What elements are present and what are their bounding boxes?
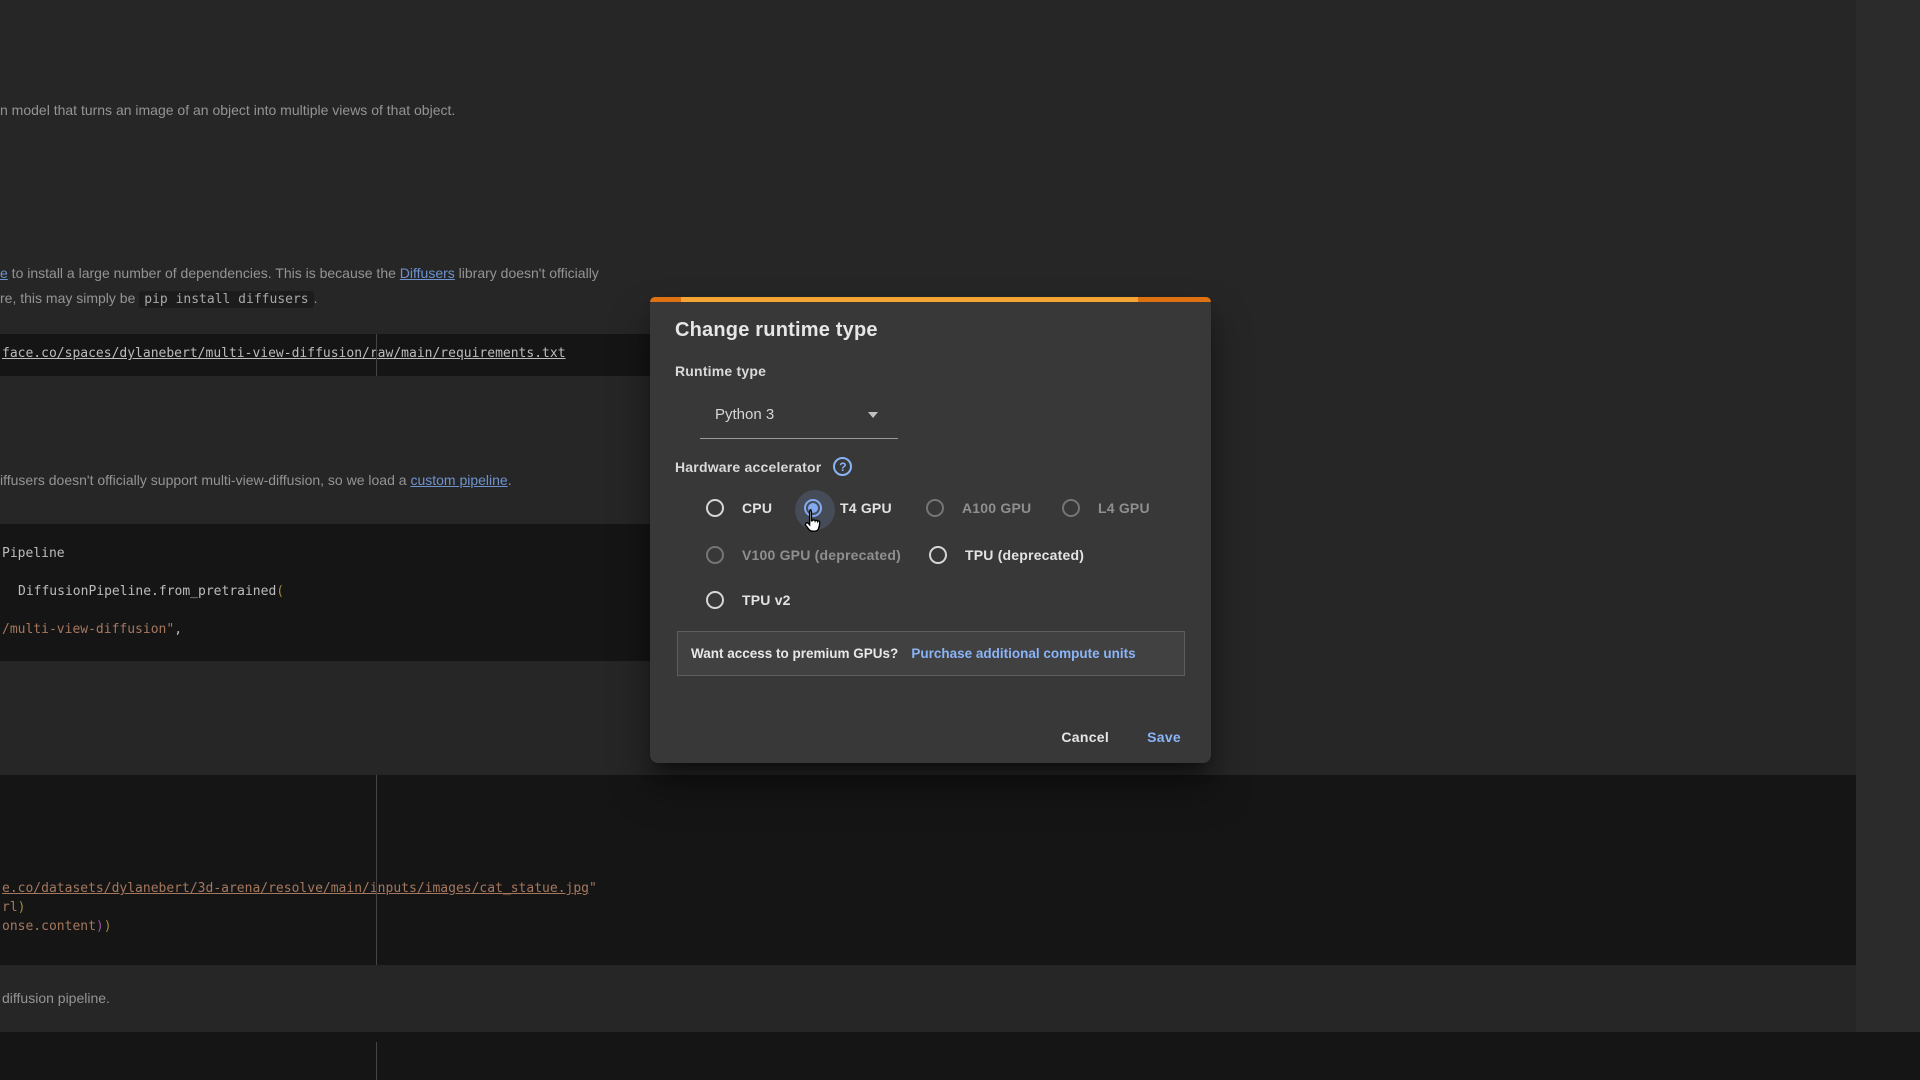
radio-circle-icon[interactable] [706, 591, 724, 609]
purchase-compute-units-link[interactable]: Purchase additional compute units [911, 646, 1135, 661]
scrollbar-gutter[interactable] [1856, 0, 1920, 1032]
hardware-accelerator-label: Hardware accelerator [675, 459, 821, 475]
custom-pipeline-paragraph: iffusers doesn't officially support mult… [0, 472, 512, 488]
premium-banner: Want access to premium GPUs? Purchase ad… [677, 631, 1185, 676]
bottom-code-block [0, 1032, 1920, 1080]
selected-runtime-value: Python 3 [715, 406, 868, 423]
dependencies-paragraph-line2: re, this may simply be pip install diffu… [0, 290, 318, 307]
change-runtime-dialog: Change runtime type Runtime type Python … [650, 297, 1211, 763]
cell-divider-line [376, 775, 377, 965]
chevron-down-icon [868, 412, 878, 418]
cell-divider-line [376, 1042, 377, 1080]
radio-option-label: T4 GPU [840, 500, 892, 516]
cell-divider-line [376, 334, 377, 376]
radio-circle-icon[interactable] [926, 499, 944, 517]
inline-code-pip-install: pip install diffusers [139, 291, 313, 308]
cut-link[interactable]: e [0, 265, 8, 281]
pipeline-code-block: Pipeline DiffusionPipeline.from_pretrain… [0, 524, 760, 661]
radio-option-l4-gpu[interactable]: L4 GPU [1062, 496, 1150, 520]
diffusers-link[interactable]: Diffusers [400, 265, 455, 281]
cancel-button[interactable]: Cancel [1047, 721, 1123, 753]
dialog-accent-bar [650, 297, 1211, 302]
radio-option-label: A100 GPU [962, 500, 1031, 516]
radio-circle-icon[interactable] [1062, 499, 1080, 517]
hardware-accelerator-row: Hardware accelerator ? [675, 457, 852, 476]
radio-option-v100-gpu[interactable]: V100 GPU (deprecated) [706, 543, 901, 567]
custom-pipeline-link[interactable]: custom pipeline [410, 472, 507, 488]
radio-option-label: V100 GPU (deprecated) [742, 547, 901, 563]
radio-option-label: L4 GPU [1098, 500, 1150, 516]
runtime-type-label: Runtime type [675, 363, 766, 379]
cat-statue-url-link[interactable]: e.co/datasets/dylanebert/3d-arena/resolv… [2, 881, 589, 896]
radio-option-label: TPU v2 [742, 592, 791, 608]
premium-banner-text: Want access to premium GPUs? [691, 646, 898, 661]
outro-paragraph: diffusion pipeline. [2, 990, 110, 1006]
runtime-type-select[interactable]: Python 3 [700, 391, 898, 439]
radio-option-label: CPU [742, 500, 772, 516]
radio-circle-icon[interactable] [706, 546, 724, 564]
help-icon[interactable]: ? [833, 457, 852, 476]
radio-option-a100-gpu[interactable]: A100 GPU [926, 496, 1031, 520]
dialog-actions: Cancel Save [1047, 721, 1195, 753]
colab-notebook-screen: n model that turns an image of an object… [0, 0, 1920, 1080]
cursor-pointer-icon [803, 508, 826, 537]
radio-circle-icon[interactable] [706, 499, 724, 517]
intro-paragraph: n model that turns an image of an object… [0, 102, 455, 118]
cat-statue-code-block: e.co/datasets/dylanebert/3d-arena/resolv… [0, 775, 1920, 965]
dialog-title: Change runtime type [675, 319, 878, 342]
requirements-code-block: face.co/spaces/dylanebert/multi-view-dif… [0, 334, 760, 376]
radio-option-tpu-v2[interactable]: TPU v2 [706, 588, 791, 612]
save-button[interactable]: Save [1133, 721, 1195, 753]
requirements-url-link[interactable]: face.co/spaces/dylanebert/multi-view-dif… [2, 346, 566, 361]
dependencies-paragraph-line1: e to install a large number of dependenc… [0, 265, 599, 281]
radio-option-label: TPU (deprecated) [965, 547, 1084, 563]
radio-option-cpu[interactable]: CPU [706, 496, 772, 520]
radio-option-tpu[interactable]: TPU (deprecated) [929, 543, 1084, 567]
radio-circle-icon[interactable] [929, 546, 947, 564]
